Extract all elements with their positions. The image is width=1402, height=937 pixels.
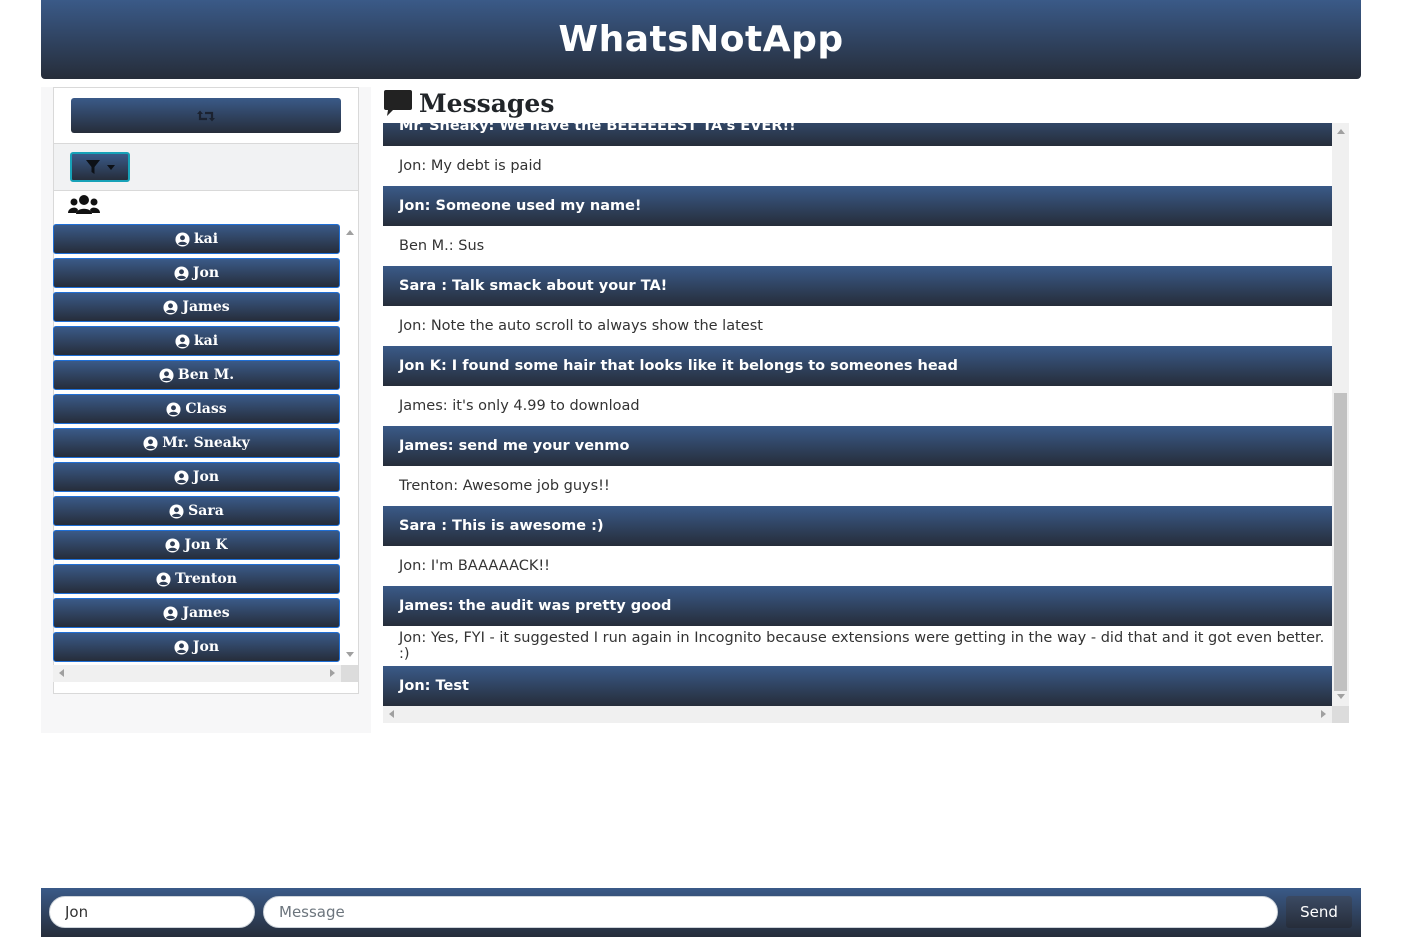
- message-item: Jon: Yes, FYI - it suggested I run again…: [383, 626, 1332, 666]
- user-button[interactable]: kai: [53, 224, 340, 254]
- message-item: James: the audit was pretty good: [383, 586, 1332, 626]
- filter-icon: [86, 160, 100, 174]
- user-button-label: Class: [185, 401, 227, 417]
- message-item: Jon: Someone used my name!: [383, 186, 1332, 226]
- user-button[interactable]: James: [53, 292, 340, 322]
- user-button-label: Jon: [192, 639, 220, 655]
- user-button-label: Trenton: [175, 571, 237, 587]
- message-item: James: send me your venmo: [383, 426, 1332, 466]
- filter-section: [54, 144, 358, 191]
- compose-bar: Send: [41, 888, 1361, 937]
- scrollbar-corner: [341, 665, 358, 682]
- messages-title: Messages: [419, 88, 555, 118]
- message-item: Jon: I'm BAAAAACK!!: [383, 546, 1332, 586]
- message-item: Jon: Note the auto scroll to always show…: [383, 306, 1332, 346]
- user-circle-icon: [174, 469, 189, 485]
- user-circle-icon: [143, 435, 158, 451]
- message-item: James: it's only 4.99 to download: [383, 386, 1332, 426]
- message-item: Sara : Talk smack about your TA!: [383, 266, 1332, 306]
- user-circle-icon: [165, 537, 180, 553]
- user-button-label: kai: [193, 231, 219, 247]
- user-circle-icon: [169, 503, 184, 519]
- message-item: Mr. Sneaky: We have the BEEEEEEST TA's E…: [383, 123, 1332, 146]
- user-button[interactable]: Jon: [53, 258, 340, 288]
- user-button[interactable]: kai: [53, 326, 340, 356]
- user-circle-icon: [163, 605, 178, 621]
- refresh-button[interactable]: [71, 98, 341, 133]
- scrollbar-corner: [1332, 706, 1349, 723]
- user-button-label: James: [182, 605, 230, 621]
- messages-heading: Messages: [383, 85, 554, 121]
- user-button[interactable]: Jon: [53, 462, 340, 492]
- message-item: Jon: Test: [383, 666, 1332, 706]
- user-circle-icon: [166, 401, 181, 417]
- user-button-label: James: [182, 299, 230, 315]
- message-item: Ben M.: Sus: [383, 226, 1332, 266]
- users-icon: [68, 195, 100, 214]
- user-circle-icon: [159, 367, 174, 383]
- user-circle-icon: [175, 231, 190, 247]
- messages-panel: Mr. Sneaky: We have the BEEEEEEST TA's E…: [383, 123, 1349, 723]
- user-button-label: Mr. Sneaky: [162, 435, 250, 451]
- user-button-label: Ben M.: [177, 367, 235, 383]
- group-row: [54, 191, 358, 225]
- user-button[interactable]: Sara: [53, 496, 340, 526]
- send-button[interactable]: Send: [1286, 896, 1352, 928]
- user-circle-icon: [174, 639, 189, 655]
- user-button[interactable]: Trenton: [53, 564, 340, 594]
- caret-down-icon: [107, 164, 115, 170]
- message-item: Jon K: I found some hair that looks like…: [383, 346, 1332, 386]
- message-item: Sara : This is awesome :): [383, 506, 1332, 546]
- user-button-label: Jon: [192, 469, 220, 485]
- username-input[interactable]: [49, 896, 255, 928]
- user-button[interactable]: Class: [53, 394, 340, 424]
- user-button[interactable]: Ben M.: [53, 360, 340, 390]
- comment-icon: [384, 90, 412, 116]
- users-vertical-scrollbar[interactable]: [341, 224, 358, 662]
- sidebar: kai Jon James kai Ben M. Class Mr. Sneaky Jon Sa…: [41, 87, 371, 733]
- user-circle-icon: [175, 333, 190, 349]
- message-item: Trenton: Awesome job guys!!: [383, 466, 1332, 506]
- app-header: WhatsNotApp: [41, 0, 1361, 79]
- message-item: Jon: My debt is paid: [383, 146, 1332, 186]
- user-circle-icon: [156, 571, 171, 587]
- user-button-label: Sara: [188, 503, 224, 519]
- users-horizontal-scrollbar[interactable]: [53, 665, 341, 682]
- app-title: WhatsNotApp: [558, 19, 844, 60]
- user-button[interactable]: James: [53, 598, 340, 628]
- message-input[interactable]: [263, 896, 1278, 928]
- user-button-label: Jon: [192, 265, 220, 281]
- user-button[interactable]: Jon: [53, 632, 340, 662]
- messages-scroll-thumb[interactable]: [1334, 393, 1347, 691]
- user-button-label: kai: [193, 333, 219, 349]
- retweet-icon: [197, 110, 215, 121]
- user-button-label: Jon K: [184, 537, 228, 553]
- filter-dropdown-button[interactable]: [70, 152, 130, 182]
- users-list[interactable]: kai Jon James kai Ben M. Class Mr. Sneaky Jon Sa…: [53, 224, 341, 662]
- messages-vertical-scrollbar[interactable]: [1332, 123, 1349, 706]
- messages-horizontal-scrollbar[interactable]: [383, 706, 1332, 723]
- refresh-section: [54, 88, 358, 144]
- user-circle-icon: [174, 265, 189, 281]
- user-button[interactable]: Mr. Sneaky: [53, 428, 340, 458]
- user-button[interactable]: Jon K: [53, 530, 340, 560]
- user-circle-icon: [163, 299, 178, 315]
- messages-list[interactable]: Mr. Sneaky: We have the BEEEEEEST TA's E…: [383, 123, 1332, 706]
